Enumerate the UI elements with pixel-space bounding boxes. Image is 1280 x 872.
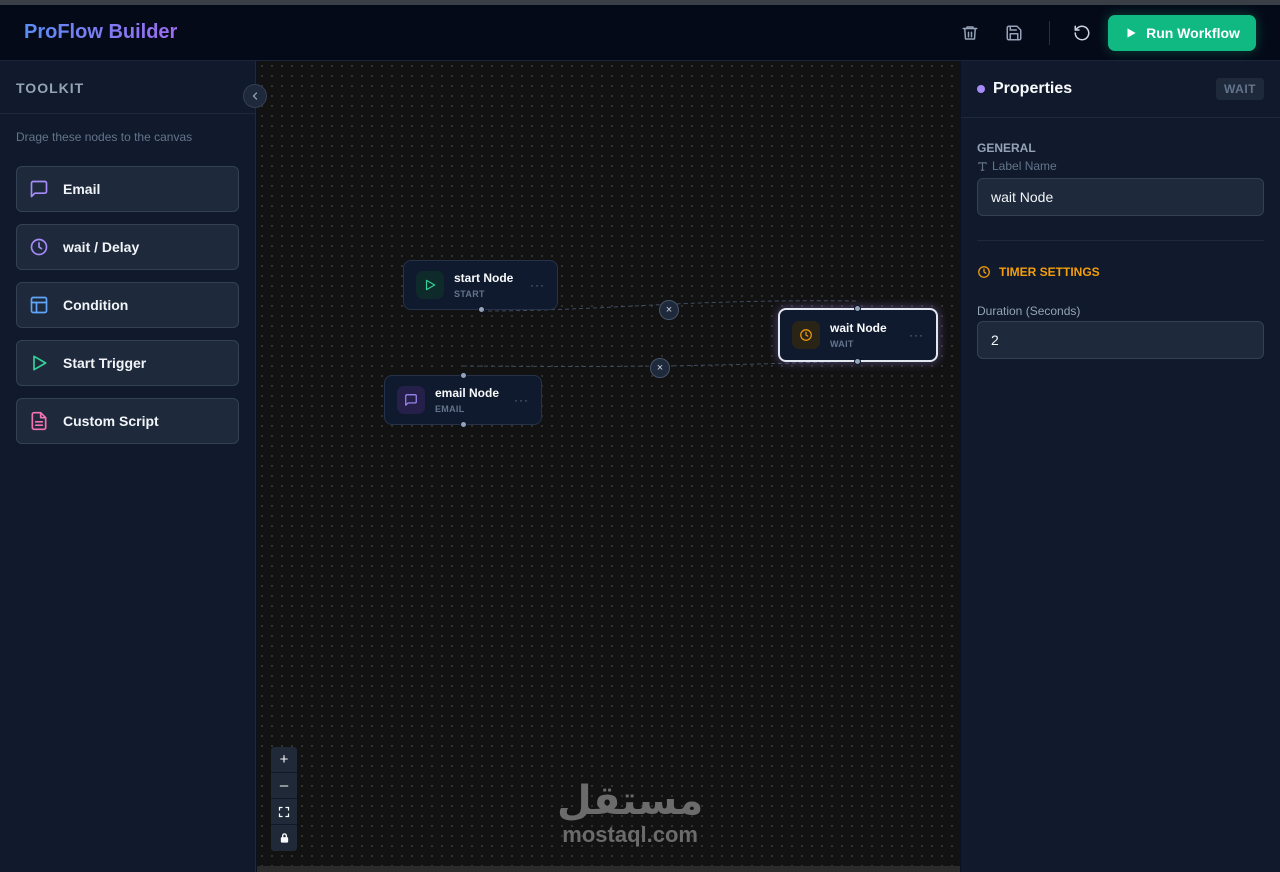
- node-output-handle[interactable]: [460, 421, 467, 428]
- brand-title: ProFlow Builder: [24, 21, 178, 43]
- node-more-button[interactable]: ···: [530, 278, 545, 292]
- node-title: start Node: [454, 271, 514, 285]
- app-header: ProFlow Builder Run Workflow: [0, 5, 1280, 61]
- watermark-latin: mostaql.com: [562, 822, 698, 847]
- tool-label: wait / Delay: [63, 239, 140, 255]
- toolkit-title: TOOLKIT: [16, 80, 85, 96]
- node-title: email Node: [435, 386, 500, 400]
- file-icon: [29, 411, 49, 431]
- delete-edge-button[interactable]: ×: [659, 300, 679, 320]
- tool-label: Start Trigger: [63, 355, 147, 371]
- node-more-button[interactable]: ···: [909, 328, 924, 342]
- tool-condition[interactable]: Condition: [16, 282, 239, 328]
- run-workflow-button[interactable]: Run Workflow: [1108, 15, 1256, 51]
- properties-title: Properties: [993, 80, 1073, 97]
- node-more-button[interactable]: ···: [514, 393, 529, 407]
- clock-icon: [29, 237, 49, 257]
- node-type: EMAIL: [435, 404, 465, 414]
- duration-label: Duration (Seconds): [977, 304, 1081, 318]
- node-input-handle[interactable]: [460, 372, 467, 379]
- zoom-controls: + –: [271, 747, 297, 851]
- timer-settings-label: TIMER SETTINGS: [999, 265, 1100, 279]
- node-input-handle[interactable]: [854, 305, 861, 312]
- play-icon: [416, 271, 444, 299]
- watermark-arabic: مستقل: [557, 778, 704, 824]
- chevron-left-icon: [249, 90, 261, 102]
- zoom-in-button[interactable]: +: [271, 747, 297, 773]
- trash-icon[interactable]: [958, 21, 982, 45]
- play-icon: [29, 353, 49, 373]
- tool-custom-script[interactable]: Custom Script: [16, 398, 239, 444]
- toolkit-hint: Drage these nodes to the canvas: [16, 130, 193, 144]
- window-bottom-strip: [257, 866, 960, 872]
- tool-wait-delay[interactable]: wait / Delay: [16, 224, 239, 270]
- status-dot: [977, 85, 985, 93]
- general-section-label: GENERAL: [977, 141, 1036, 155]
- save-icon[interactable]: [1002, 21, 1026, 45]
- node-type: START: [454, 289, 485, 299]
- properties-panel: Properties WAIT GENERAL Label Name wait …: [961, 61, 1280, 872]
- node-output-handle[interactable]: [854, 358, 861, 365]
- timer-settings-header: TIMER SETTINGS: [977, 265, 1100, 279]
- tool-email[interactable]: Email: [16, 166, 239, 212]
- workflow-canvas[interactable]: × × start Node START ··· email Node EMAI…: [257, 61, 960, 866]
- message-icon: [29, 179, 49, 199]
- properties-divider: [961, 117, 1280, 118]
- lock-icon[interactable]: [271, 825, 297, 851]
- tool-label: Email: [63, 181, 101, 197]
- edges-layer: [462, 300, 858, 367]
- text-type-icon: [977, 161, 988, 172]
- collapse-sidebar-button[interactable]: [243, 84, 267, 108]
- label-name-text: Label Name: [992, 159, 1057, 173]
- run-workflow-label: Run Workflow: [1146, 25, 1240, 41]
- label-name-input[interactable]: wait Node: [977, 178, 1264, 216]
- sidebar-divider: [0, 113, 256, 114]
- fit-view-icon[interactable]: [271, 799, 297, 825]
- undo-icon[interactable]: [1070, 21, 1094, 45]
- label-name-caption: Label Name: [977, 159, 1057, 173]
- layout-icon: [29, 295, 49, 315]
- tool-label: Condition: [63, 297, 129, 313]
- header-divider: [1049, 21, 1050, 45]
- node-output-handle[interactable]: [478, 306, 485, 313]
- node-type-badge: WAIT: [1216, 78, 1264, 100]
- section-divider: [977, 240, 1264, 241]
- email-node[interactable]: email Node EMAIL ···: [384, 372, 542, 428]
- wait-node[interactable]: wait Node WAIT ···: [778, 305, 938, 365]
- watermark: مستقل mostaql.com: [557, 779, 703, 847]
- play-icon: [1124, 26, 1138, 40]
- start-node[interactable]: start Node START ···: [403, 260, 558, 313]
- toolkit-sidebar: TOOLKIT Drage these nodes to the canvas …: [0, 61, 256, 872]
- delete-edge-button[interactable]: ×: [650, 358, 670, 378]
- node-type: WAIT: [830, 339, 854, 349]
- tool-start-trigger[interactable]: Start Trigger: [16, 340, 239, 386]
- clock-icon: [977, 265, 991, 279]
- zoom-out-button[interactable]: –: [271, 773, 297, 799]
- clock-icon: [792, 321, 820, 349]
- message-icon: [397, 386, 425, 414]
- duration-input[interactable]: 2: [977, 321, 1264, 359]
- tool-label: Custom Script: [63, 413, 159, 429]
- node-title: wait Node: [830, 321, 887, 335]
